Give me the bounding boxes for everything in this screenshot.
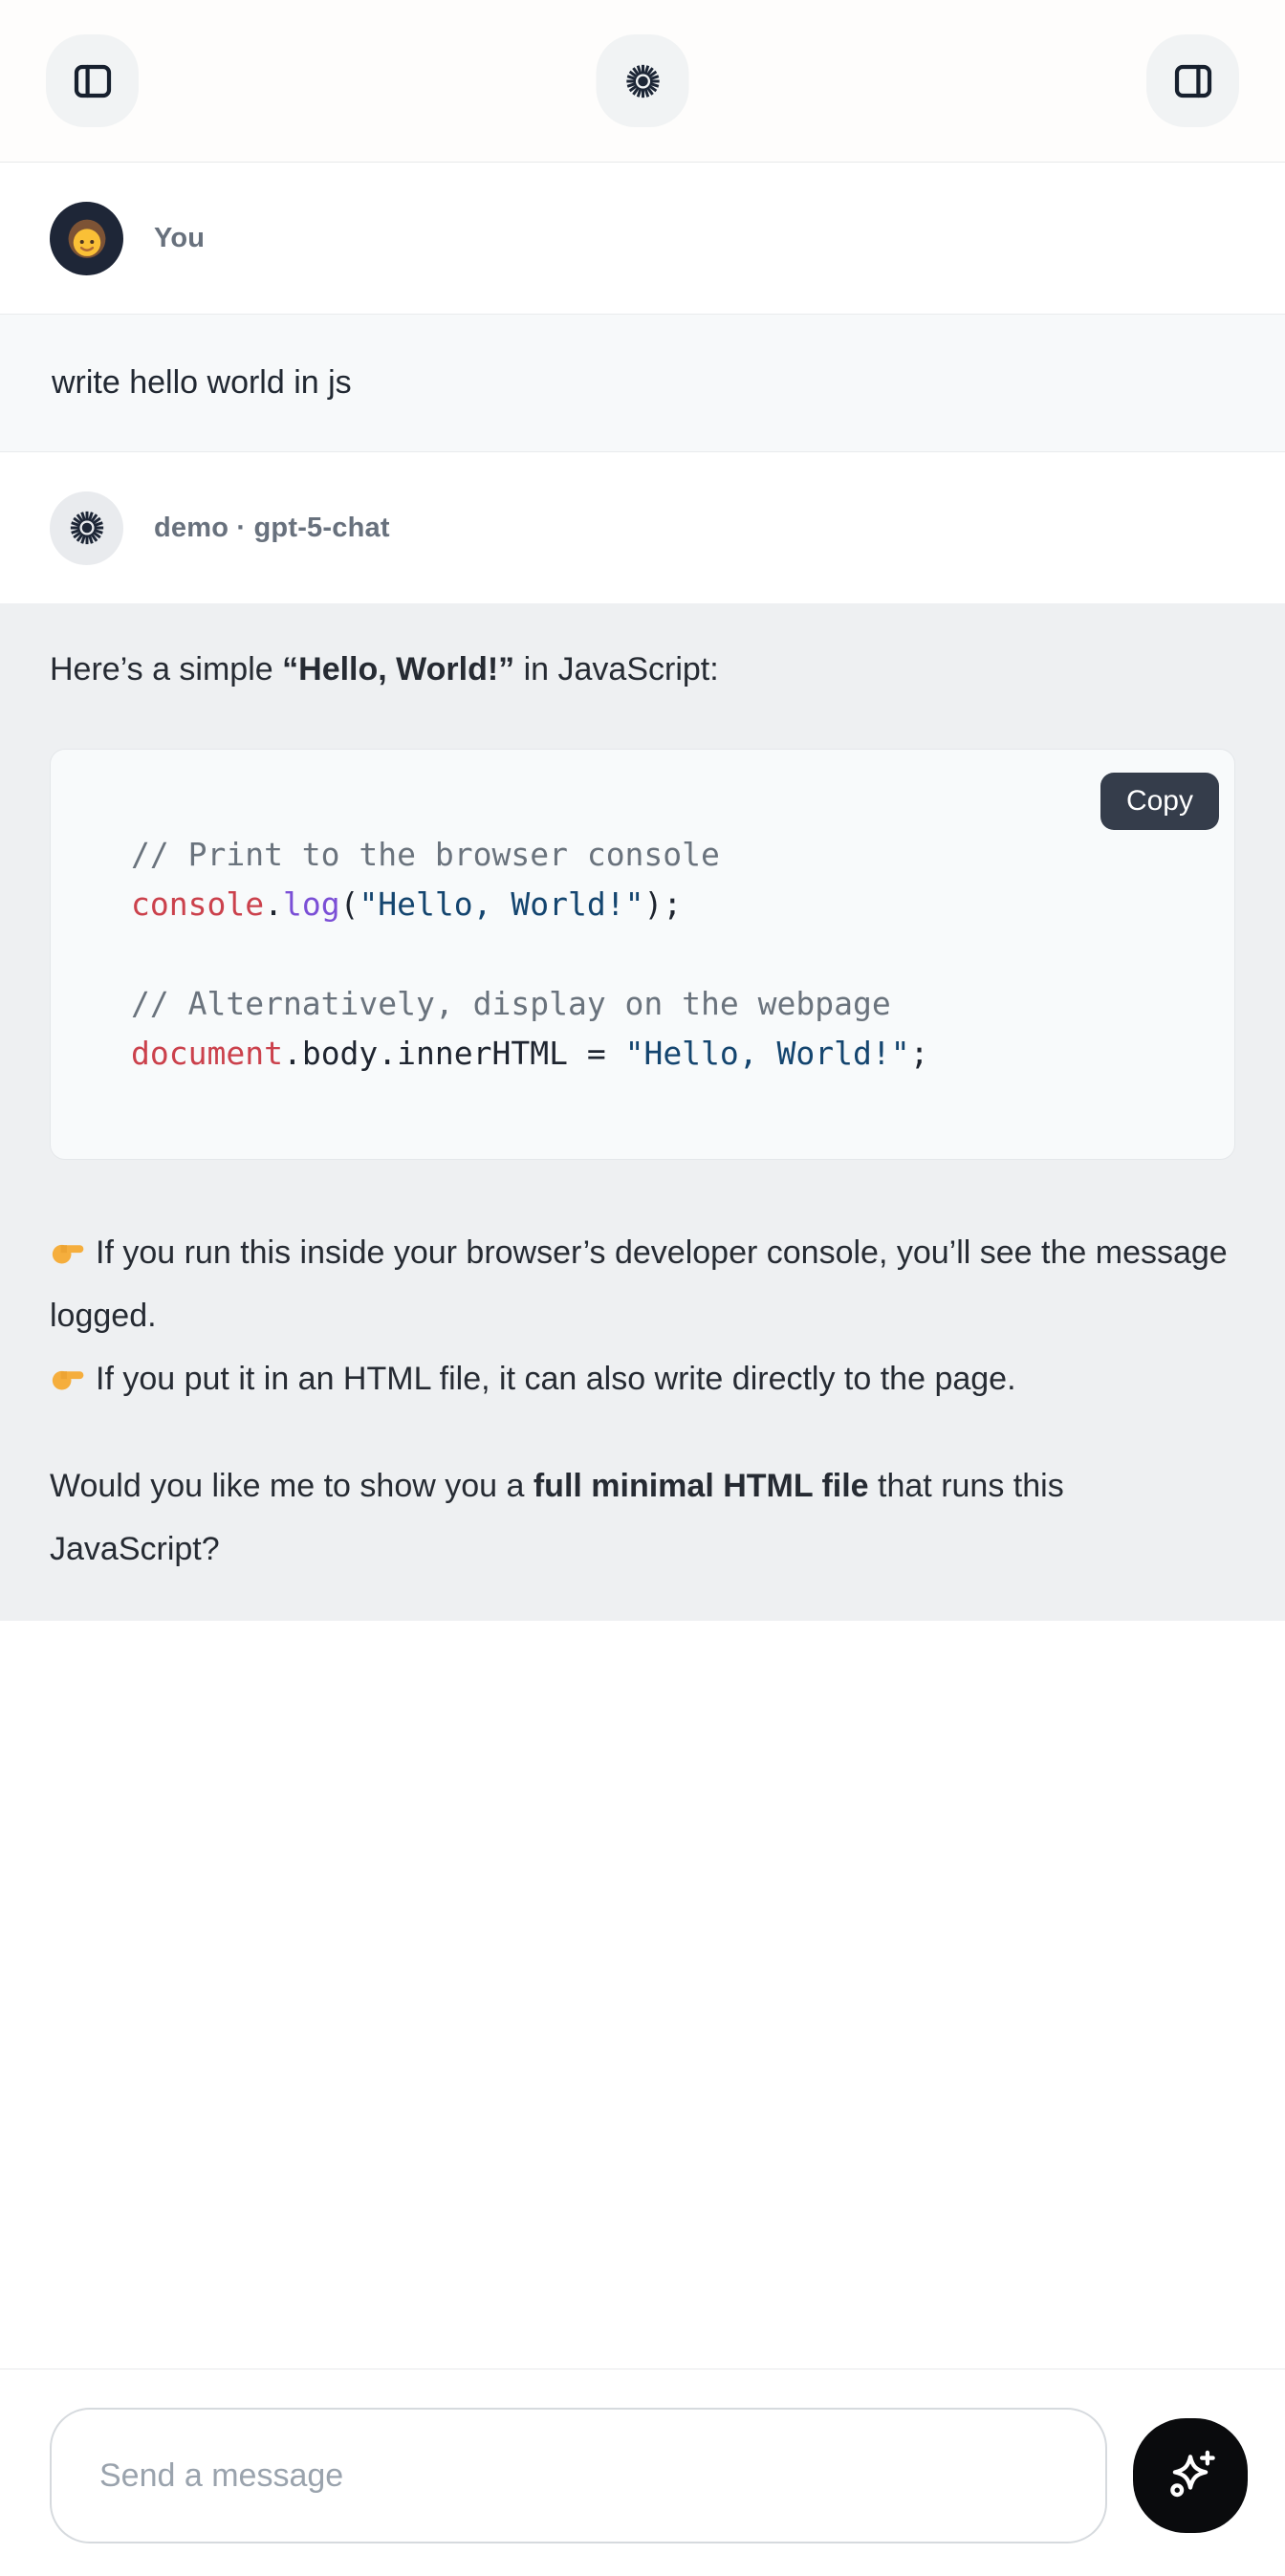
- chat-app: You write hello world in js demo · gpt-5…: [0, 0, 1285, 2576]
- assistant-sender-name: demo · gpt-5-chat: [154, 513, 390, 544]
- user-message-text: write hello world in js: [52, 364, 352, 402]
- code-line: document.body.innerHTML = "Hello, World!…: [131, 1029, 1196, 1079]
- sidebar-toggle-button[interactable]: [46, 34, 139, 127]
- intro-prefix: Here’s a simple: [50, 651, 282, 688]
- starburst-icon: [622, 61, 663, 101]
- closing-bold: full minimal HTML file: [534, 1468, 869, 1504]
- pointing-right-emoji-icon: [50, 1233, 86, 1269]
- sidebar-left-icon: [70, 58, 116, 104]
- assistant-message-header: demo · gpt-5-chat: [0, 452, 1285, 603]
- user-avatar: [50, 202, 123, 275]
- assistant-note-text: If you put it in an HTML file, it can al…: [96, 1361, 1016, 1397]
- assistant-avatar: [50, 491, 123, 565]
- code-line: console.log("Hello, World!");: [131, 880, 1196, 929]
- user-sender-name: You: [154, 223, 205, 254]
- code-block: Copy // Print to the browser consolecons…: [50, 749, 1235, 1160]
- person-emoji-icon: [57, 208, 117, 268]
- sparkles-icon: [1158, 2443, 1223, 2508]
- chat-scroll-area[interactable]: [0, 1621, 1285, 2369]
- right-panel-toggle-button[interactable]: [1146, 34, 1239, 127]
- sidebar-right-icon: [1170, 58, 1216, 104]
- code-line: // Print to the browser console: [131, 830, 1196, 880]
- intro-suffix: in JavaScript:: [514, 651, 719, 688]
- composer: [0, 2369, 1285, 2576]
- assistant-message-body: Here’s a simple “Hello, World!” in JavaS…: [0, 603, 1285, 1621]
- user-message-body: write hello world in js: [0, 314, 1285, 452]
- assistant-closing: Would you like me to show you a full min…: [50, 1454, 1235, 1581]
- code-content: // Print to the browser consoleconsole.l…: [131, 830, 1196, 1079]
- starburst-icon: [67, 508, 107, 548]
- closing-prefix: Would you like me to show you a: [50, 1468, 534, 1504]
- intro-bold: “Hello, World!”: [282, 651, 514, 688]
- code-line: // Alternatively, display on the webpage: [131, 979, 1196, 1029]
- assistant-intro: Here’s a simple “Hello, World!” in JavaS…: [50, 638, 1235, 701]
- code-line: [131, 929, 1196, 979]
- user-message: You write hello world in js: [0, 163, 1285, 452]
- assistant-note-line: If you put it in an HTML file, it can al…: [50, 1347, 1235, 1410]
- assistant-note-line: If you run this inside your browser’s de…: [50, 1221, 1235, 1347]
- user-message-header: You: [0, 163, 1285, 314]
- model-button[interactable]: [597, 34, 689, 127]
- pointing-right-emoji-icon: [50, 1359, 86, 1395]
- send-button[interactable]: [1133, 2418, 1248, 2533]
- assistant-notes: If you run this inside your browser’s de…: [50, 1221, 1235, 1410]
- message-input[interactable]: [50, 2408, 1107, 2543]
- copy-button[interactable]: Copy: [1100, 773, 1219, 830]
- assistant-note-text: If you run this inside your browser’s de…: [50, 1234, 1228, 1334]
- top-bar: [0, 0, 1285, 163]
- assistant-message: demo · gpt-5-chat Here’s a simple “Hello…: [0, 452, 1285, 1621]
